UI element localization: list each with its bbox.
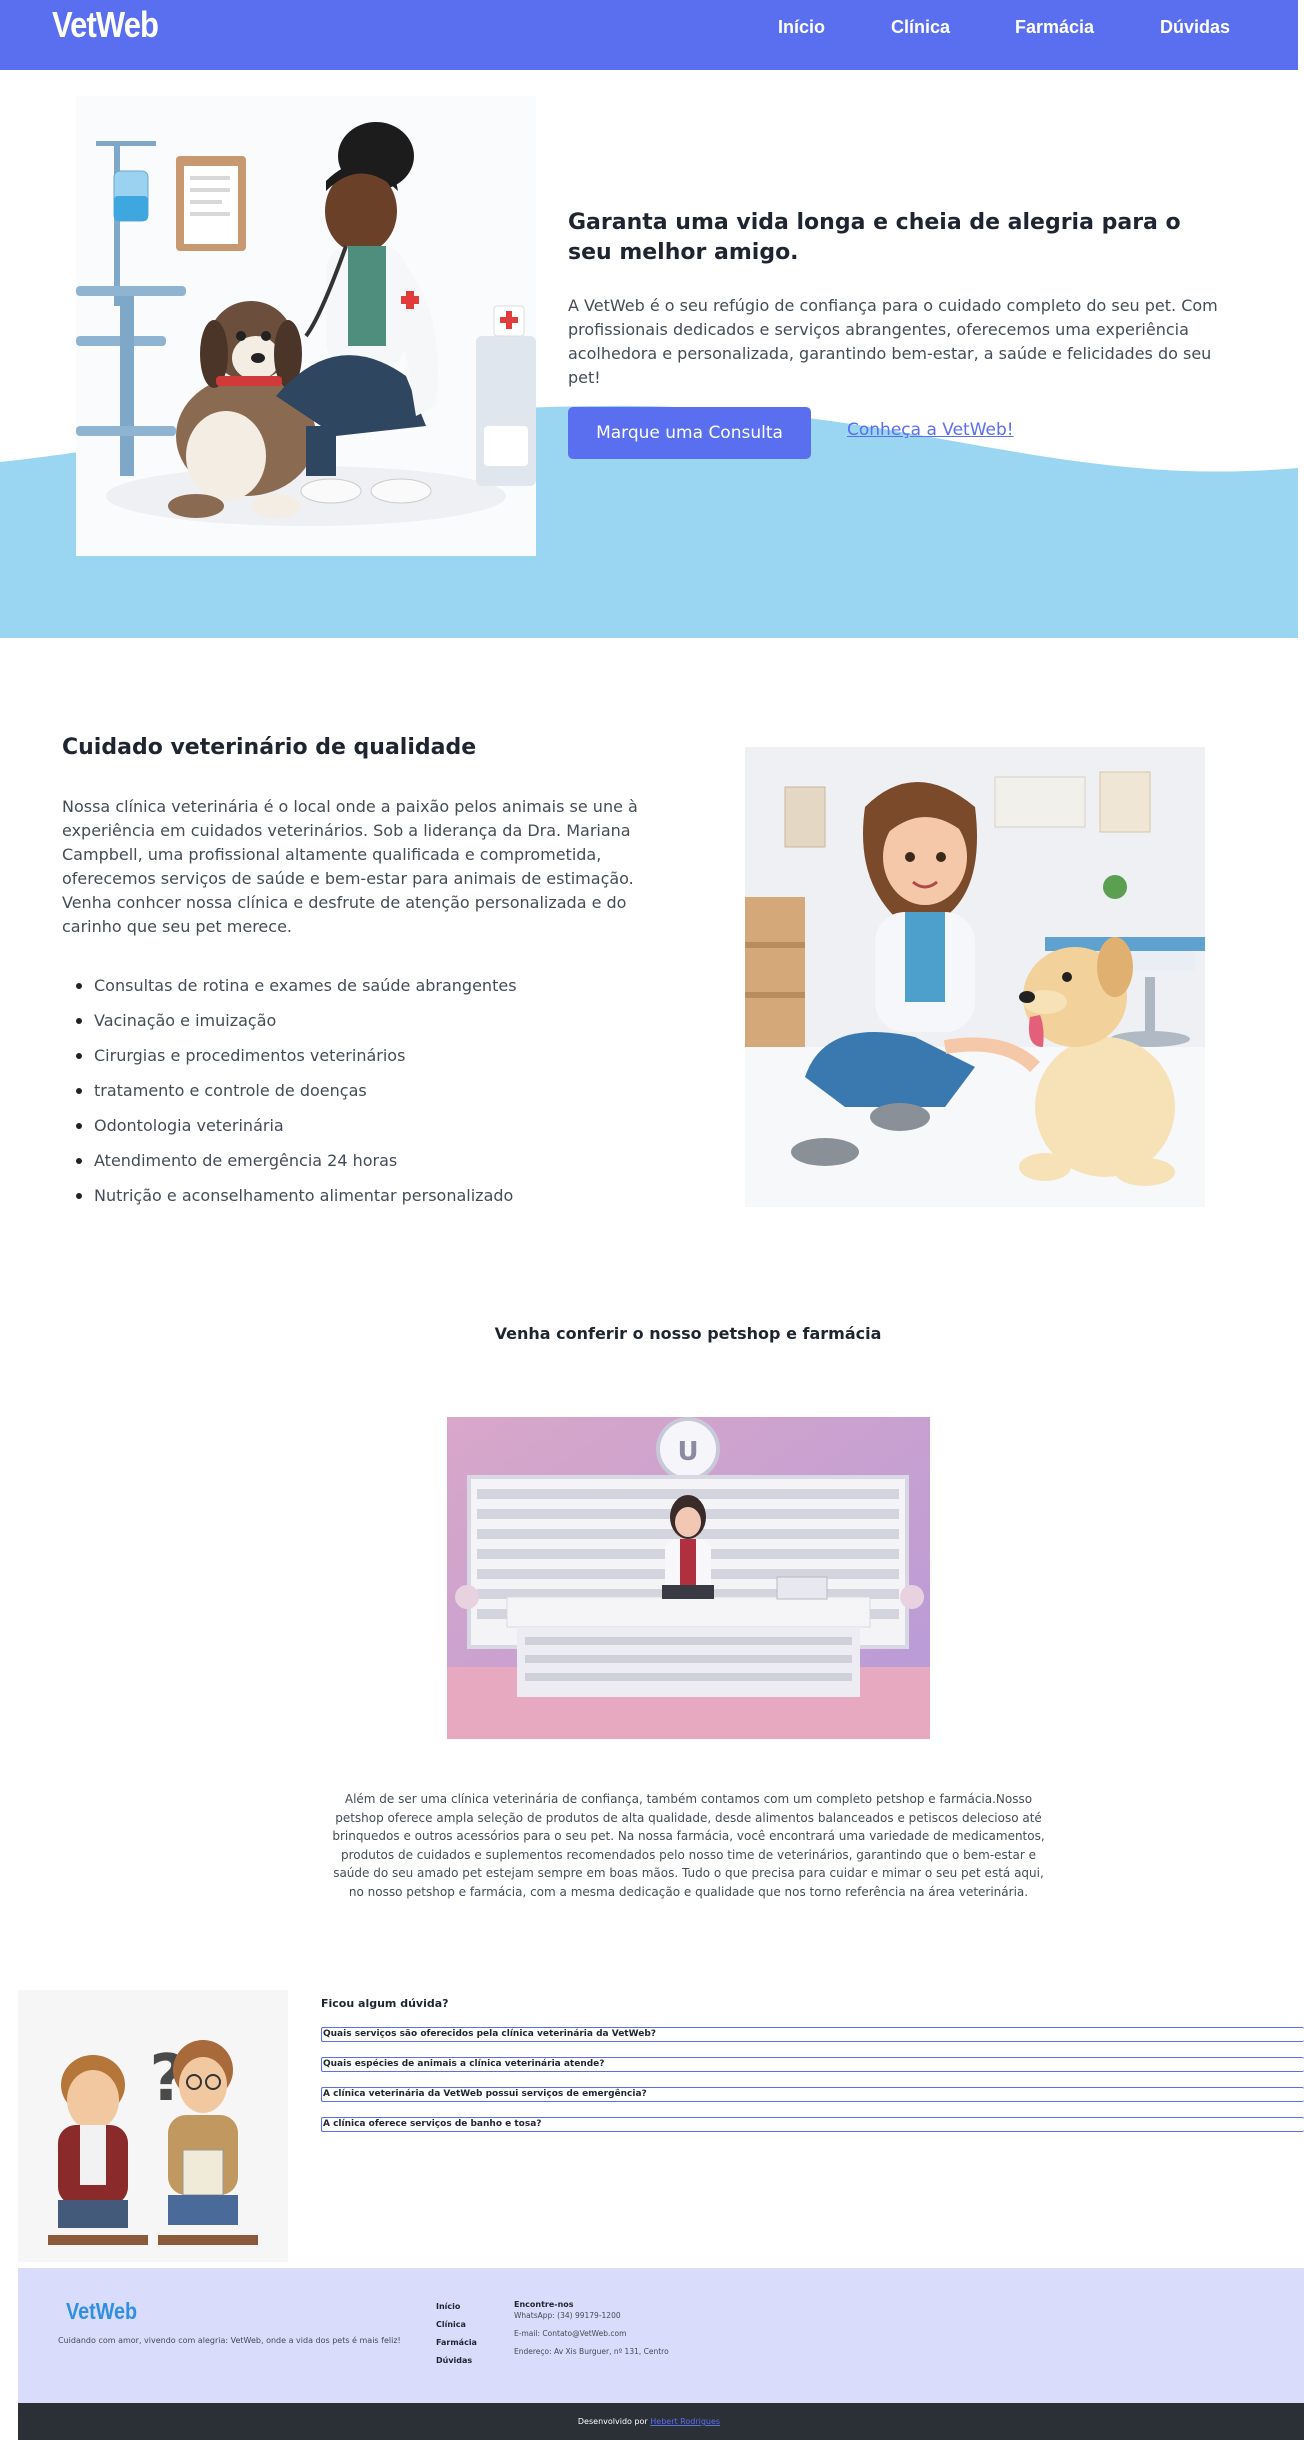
faq-question-2[interactable]: Quais espécies de animais a clínica vete… xyxy=(321,2057,1304,2072)
list-item: Nutrição e aconselhamento alimentar pers… xyxy=(76,1178,694,1213)
footer-link-clinica[interactable]: Clínica xyxy=(436,2316,477,2334)
list-item: Atendimento de emergência 24 horas xyxy=(76,1143,694,1178)
list-item: Consultas de rotina e exames de saúde ab… xyxy=(76,968,694,1003)
clinic-section-title: Cuidado veterinário de qualidade xyxy=(62,735,477,760)
nav-link-clinica[interactable]: Clínica xyxy=(891,17,950,38)
faq-illustration: ? xyxy=(18,1990,288,2262)
footer-logo[interactable]: VetWeb xyxy=(66,2298,137,2325)
know-vetweb-link[interactable]: Conheça a VetWeb! xyxy=(847,420,1014,440)
footer-link-duvidas[interactable]: Dúvidas xyxy=(436,2352,477,2370)
nav-link-duvidas[interactable]: Dúvidas xyxy=(1160,17,1230,38)
faq-title: Ficou algum dúvida? xyxy=(321,1997,449,2010)
contact-title: Encontre-nos xyxy=(514,2300,574,2309)
brand-logo[interactable]: VetWeb xyxy=(52,4,159,46)
shop-section-title: Venha conferir o nosso petshop e farmáci… xyxy=(494,1324,882,1343)
contact-email: E-mail: Contato@VetWeb.com xyxy=(514,2329,627,2338)
bottom-bar: Desenvolvido por Hebert Rodrigues xyxy=(18,2403,1304,2440)
faq-question-4[interactable]: A clínica oferece serviços de banho e to… xyxy=(321,2117,1304,2132)
shop-description: Além de ser uma clínica veterinária de c… xyxy=(332,1792,1045,1899)
hero-vet-dog-illustration xyxy=(76,96,536,556)
contact-address: Endereço: Av Xis Burguer, nº 131, Centro xyxy=(514,2347,669,2356)
footer-link-inicio[interactable]: Início xyxy=(436,2298,477,2316)
footer-contact: Encontre-nos WhatsApp: (34) 99179-1200 E… xyxy=(514,2299,669,2357)
developer-link[interactable]: Hebert Rodrigues xyxy=(650,2417,720,2426)
hero-section: Garanta uma vida longa e cheia de alegri… xyxy=(0,70,1298,638)
clinic-description: Nossa clínica veterinária é o local onde… xyxy=(62,797,638,936)
footer: VetWeb Cuidando com amor, vivendo com al… xyxy=(18,2268,1304,2403)
footer-tagline: Cuidando com amor, vivendo com alegria: … xyxy=(58,2336,401,2345)
faq-question-1[interactable]: Quais serviços são oferecidos pela clíni… xyxy=(321,2027,1304,2042)
list-item: tratamento e controle de doenças xyxy=(76,1073,694,1108)
svg-text:U: U xyxy=(677,1437,698,1467)
footer-link-farmacia[interactable]: Farmácia xyxy=(436,2334,477,2352)
footer-nav: Início Clínica Farmácia Dúvidas xyxy=(436,2298,477,2370)
clinic-services-list: Consultas de rotina e exames de saúde ab… xyxy=(76,968,694,1213)
contact-whatsapp: WhatsApp: (34) 99179-1200 xyxy=(514,2311,621,2320)
list-item: Odontologia veterinária xyxy=(76,1108,694,1143)
faq-question-3[interactable]: A clínica veterinária da VetWeb possui s… xyxy=(321,2087,1304,2102)
clinic-vet-illustration xyxy=(745,747,1205,1207)
top-navbar: VetWeb Início Clínica Farmácia Dúvidas xyxy=(0,0,1298,70)
nav-link-inicio[interactable]: Início xyxy=(778,17,825,38)
developer-credit: Desenvolvido por Hebert Rodrigues xyxy=(18,2417,1280,2426)
hero-description: A VetWeb é o seu refúgio de confiança pa… xyxy=(568,296,1218,387)
list-item: Vacinação e imuização xyxy=(76,1003,694,1038)
pharmacy-illustration: U xyxy=(447,1417,930,1739)
developed-by-label: Desenvolvido por xyxy=(577,2417,648,2426)
book-appointment-button[interactable]: Marque uma Consulta xyxy=(568,407,811,459)
hero-title: Garanta uma vida longa e cheia de alegri… xyxy=(568,210,1181,265)
list-item: Cirurgias e procedimentos veterinários xyxy=(76,1038,694,1073)
nav-link-farmacia[interactable]: Farmácia xyxy=(1015,17,1094,38)
